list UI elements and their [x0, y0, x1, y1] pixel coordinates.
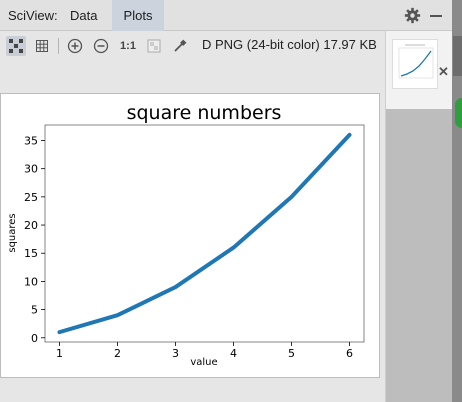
minimize-icon[interactable]	[430, 15, 442, 17]
plot-area	[44, 124, 365, 343]
y-tick-label: 25	[24, 191, 38, 204]
plot-thumbnail[interactable]	[392, 39, 438, 89]
thumbnail-chart-image	[398, 44, 434, 79]
image-icon	[147, 39, 161, 53]
y-tick-label: 30	[24, 163, 38, 176]
x-tick-label: 1	[56, 347, 63, 360]
tab-data[interactable]: Data	[58, 0, 109, 30]
y-tick-label: 0	[31, 332, 38, 345]
fit-zoom-button[interactable]	[6, 36, 26, 56]
tab-plots[interactable]: Plots	[112, 0, 164, 32]
y-axis-ticks: 0 5 10 15 20 25 30 35	[24, 135, 45, 345]
fit-zoom-icon	[9, 39, 23, 53]
y-tick-label: 10	[24, 275, 38, 288]
eyedropper-icon	[174, 39, 187, 52]
actual-size-button[interactable]: 1:1	[117, 36, 139, 56]
gear-icon[interactable]	[404, 7, 421, 24]
thumbnail-pane-empty	[386, 109, 453, 402]
plot-toolbar: 1:1 D PNG (24-bit color) 17.97 KB	[0, 31, 385, 61]
thumbnail-area: ✕	[386, 31, 453, 109]
plot-image-panel: square numbers value squares 1 2 3 4 5 6 0 5 10…	[0, 93, 380, 378]
zoom-in-button[interactable]	[65, 36, 85, 56]
x-tick-label: 6	[346, 347, 353, 360]
zoom-out-icon	[93, 38, 109, 54]
grid-icon	[36, 40, 48, 52]
x-axis-label: value	[190, 357, 217, 368]
y-tick-label: 35	[24, 135, 38, 148]
status-indicator-icon	[455, 98, 462, 128]
square-numbers-chart: square numbers value squares 1 2 3 4 5 6 0 5 10…	[7, 102, 365, 368]
y-axis-label: squares	[7, 213, 18, 252]
zoom-out-button[interactable]	[91, 36, 111, 56]
toolbar-separator	[58, 38, 59, 54]
close-thumbnail-icon[interactable]: ✕	[438, 64, 449, 80]
y-tick-label: 5	[31, 304, 38, 317]
zoom-in-icon	[67, 38, 83, 54]
grid-toggle-button[interactable]	[32, 36, 52, 56]
image-info-text: D PNG (24-bit color) 17.97 KB	[202, 37, 377, 52]
sciview-tabbar: SciView: Data Plots	[0, 0, 452, 32]
sciview-title: SciView:	[8, 8, 58, 23]
background-toggle-button[interactable]	[144, 36, 164, 56]
y-tick-label: 20	[24, 219, 38, 232]
thumbnail-pane: ✕	[385, 31, 453, 402]
x-tick-label: 2	[114, 347, 121, 360]
y-tick-label: 15	[24, 247, 38, 260]
color-picker-button[interactable]	[170, 36, 190, 56]
x-tick-label: 4	[230, 347, 237, 360]
chart-title: square numbers	[127, 102, 282, 124]
tool-window-strip	[452, 0, 462, 402]
x-tick-label: 5	[288, 347, 295, 360]
side-tab-label[interactable]	[453, 36, 462, 76]
x-tick-label: 3	[172, 347, 179, 360]
